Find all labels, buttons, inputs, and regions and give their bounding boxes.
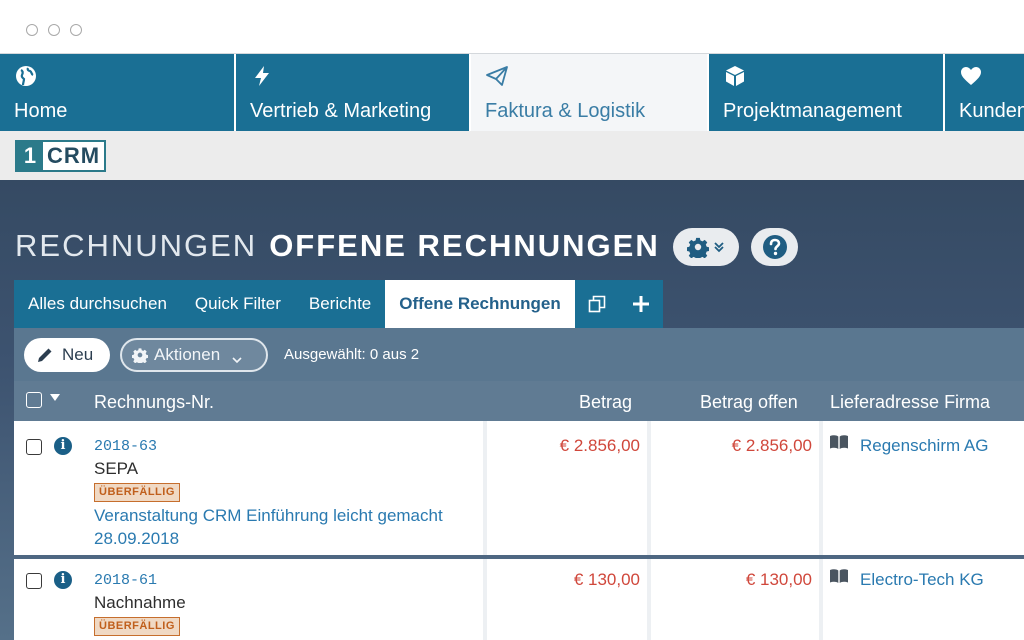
module-label-projekt: Projektmanagement	[723, 100, 902, 122]
module-tab-home[interactable]: Home	[0, 54, 236, 131]
company-link[interactable]: Regenschirm AG	[860, 436, 989, 456]
column-header-number[interactable]: Rechnungs-Nr.	[94, 392, 214, 413]
action-bar: Neu Aktionen Ausgewählt: 0 aus 2	[14, 328, 1024, 381]
selection-info: Ausgewählt: 0 aus 2	[284, 346, 420, 363]
help-button[interactable]	[751, 228, 798, 266]
module-nav: Home Vertrieb & Marketing Faktura & Logi…	[0, 54, 1024, 131]
window-titlebar	[0, 0, 1024, 54]
caret-down-icon[interactable]	[50, 394, 60, 402]
copy-icon	[588, 295, 606, 313]
module-label-faktura: Faktura & Logistik	[485, 100, 646, 122]
column-separator	[483, 559, 487, 640]
bolt-icon	[255, 66, 269, 86]
column-separator	[483, 421, 487, 555]
payment-method: Nachnahme	[94, 593, 186, 612]
book-icon	[830, 569, 848, 583]
module-tab-vertrieb[interactable]: Vertrieb & Marketing	[236, 54, 471, 131]
company-link[interactable]: Electro-Tech KG	[860, 570, 984, 590]
logo-one: 1	[17, 142, 43, 170]
chevron-down-icon	[232, 357, 242, 364]
module-label-kunden: Kunden	[959, 100, 1024, 122]
gear-icon	[687, 237, 709, 258]
page-title: RECHNUNGEN OFFENE RECHNUNGEN	[15, 228, 660, 264]
plus-icon	[632, 296, 649, 312]
info-icon[interactable]: i	[54, 571, 72, 589]
logo-bar: 1 CRM	[0, 131, 1024, 180]
invoice-number-link[interactable]: 2018-63	[94, 438, 157, 455]
column-header-amount-open[interactable]: Betrag offen	[700, 392, 798, 413]
select-all-checkbox[interactable]	[26, 392, 42, 408]
column-separator	[647, 559, 651, 640]
pencil-icon	[38, 348, 52, 362]
invoice-amount: € 130,00	[573, 570, 640, 589]
invoice-subject-link[interactable]: Veranstaltung CRM Einführung leicht gema…	[94, 506, 443, 526]
tab-alles-durchsuchen[interactable]: Alles durchsuchen	[14, 280, 181, 328]
row-checkbox[interactable]	[26, 439, 42, 455]
window-maximize-dot[interactable]	[70, 24, 82, 36]
app-logo[interactable]: 1 CRM	[15, 140, 107, 172]
page-title-view: OFFENE RECHNUNGEN	[269, 228, 660, 263]
gear-icon	[132, 348, 148, 363]
column-separator	[819, 421, 823, 555]
column-header-company[interactable]: Lieferadresse Firma	[830, 392, 990, 413]
new-button[interactable]: Neu	[24, 338, 110, 372]
page-title-module: RECHNUNGEN	[15, 228, 258, 263]
row-checkbox[interactable]	[26, 573, 42, 589]
invoice-amount: € 2.856,00	[559, 436, 640, 455]
module-tab-projekt[interactable]: Projektmanagement	[709, 54, 945, 131]
book-icon	[830, 435, 848, 449]
module-tab-faktura[interactable]: Faktura & Logistik	[471, 54, 709, 131]
copy-view-button[interactable]	[575, 280, 619, 328]
paper-plane-icon	[486, 66, 508, 86]
actions-label: Aktionen	[154, 345, 221, 364]
status-badge: ÜBERFÄLLIG	[94, 483, 180, 502]
table-row[interactable]: i 2018-63 SEPA ÜBERFÄLLIG Veranstaltung …	[14, 421, 1024, 555]
column-separator	[819, 559, 823, 640]
invoice-number-link[interactable]: 2018-61	[94, 572, 157, 589]
invoice-amount-open: € 2.856,00	[731, 436, 812, 455]
payment-method: SEPA	[94, 459, 139, 478]
actions-dropdown[interactable]: Aktionen	[120, 338, 268, 372]
tab-quick-filter[interactable]: Quick Filter	[181, 280, 295, 328]
info-icon[interactable]: i	[54, 437, 72, 455]
globe-icon	[16, 66, 36, 86]
window-minimize-dot[interactable]	[48, 24, 60, 36]
column-separator	[647, 421, 651, 555]
tab-offene-rechnungen[interactable]: Offene Rechnungen	[385, 280, 575, 328]
status-badge: ÜBERFÄLLIG	[94, 617, 180, 636]
logo-crm: CRM	[43, 142, 105, 170]
new-button-label: Neu	[62, 345, 94, 364]
cube-icon	[726, 66, 744, 86]
table-row[interactable]: i 2018-61 Nachnahme ÜBERFÄLLIG € 130,00 …	[14, 559, 1024, 640]
double-chevron-down-icon	[714, 242, 724, 253]
sub-nav: Alles durchsuchen Quick Filter Berichte …	[14, 280, 663, 328]
invoice-amount-open: € 130,00	[745, 570, 812, 589]
main-content: RECHNUNGEN OFFENE RECHNUNGEN Alles durchs…	[0, 180, 1024, 640]
window-close-dot[interactable]	[26, 24, 38, 36]
column-header-amount[interactable]: Betrag	[579, 392, 632, 413]
help-icon	[762, 235, 787, 259]
add-view-button[interactable]	[619, 280, 663, 328]
heart-icon	[961, 67, 981, 85]
module-tab-kunden[interactable]: Kunden	[945, 54, 1024, 131]
invoice-date: 28.09.2018	[94, 529, 180, 548]
module-label-home: Home	[14, 100, 68, 122]
table-header: Rechnungs-Nr. Betrag Betrag offen Liefer…	[14, 381, 1024, 421]
module-label-vertrieb: Vertrieb & Marketing	[250, 100, 432, 122]
settings-menu-button[interactable]	[673, 228, 739, 266]
tab-berichte[interactable]: Berichte	[295, 280, 385, 328]
